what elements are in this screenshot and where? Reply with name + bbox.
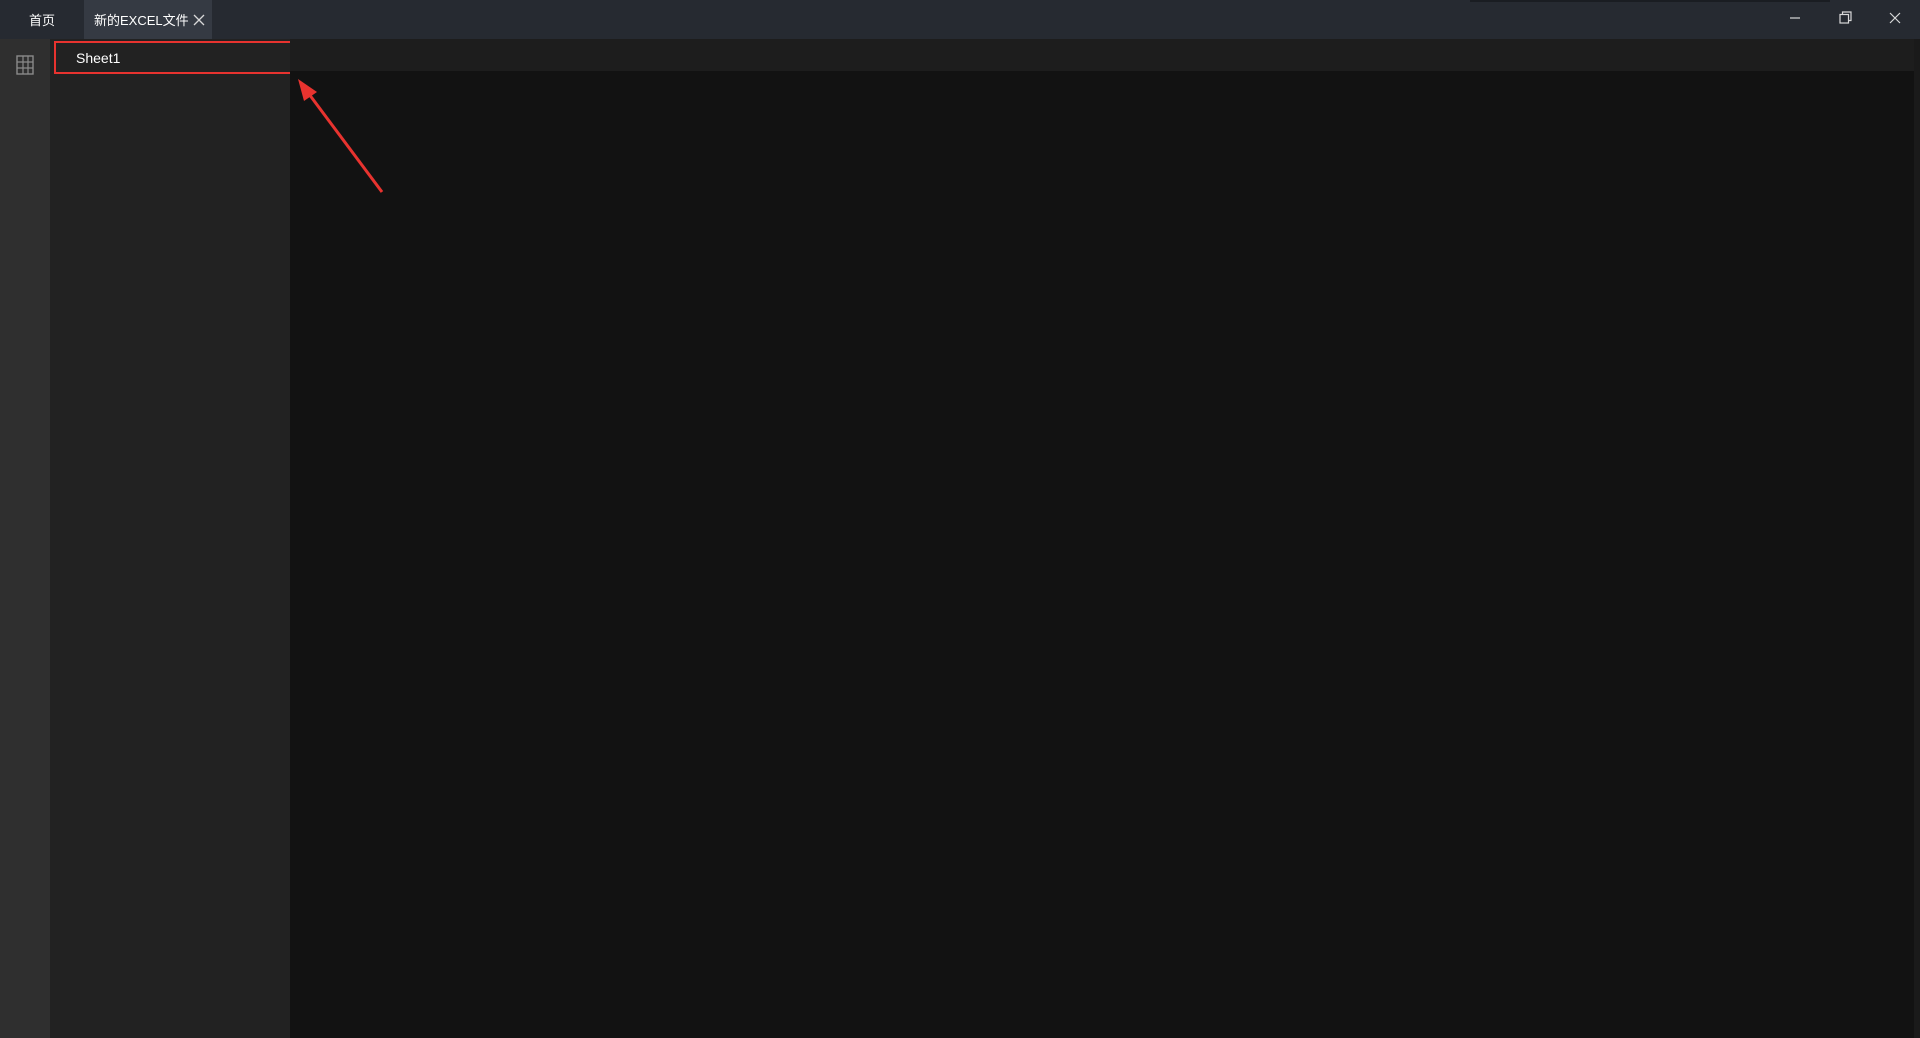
minimize-button[interactable]	[1770, 0, 1820, 39]
tab-new-excel-file[interactable]: 新的EXCEL文件	[84, 0, 212, 39]
restore-icon	[1838, 10, 1852, 29]
sheet-item-label: Sheet1	[76, 49, 121, 66]
minimize-icon	[1789, 11, 1801, 29]
tab-close-icon[interactable]	[189, 9, 210, 31]
tab-home[interactable]: 首页	[0, 0, 84, 39]
tab-file-label: 新的EXCEL文件	[94, 13, 189, 28]
building-icon[interactable]	[13, 53, 37, 77]
sheet-header-bar	[290, 39, 1920, 71]
restore-button[interactable]	[1820, 0, 1870, 39]
annotation-arrow	[298, 79, 384, 193]
close-window-button[interactable]	[1870, 0, 1920, 39]
close-icon	[1889, 11, 1901, 29]
window-controls	[1770, 0, 1920, 39]
sheet-content-area	[290, 71, 1920, 1038]
sheet-item-sheet1[interactable]: Sheet1	[54, 41, 292, 74]
tab-home-label: 首页	[28, 13, 55, 28]
vertical-scrollbar[interactable]	[1914, 39, 1920, 1038]
left-rail	[0, 39, 50, 1038]
sheet-list-panel: Sheet1	[50, 39, 292, 1038]
title-bar: 首页 新的EXCEL文件	[0, 0, 1920, 39]
